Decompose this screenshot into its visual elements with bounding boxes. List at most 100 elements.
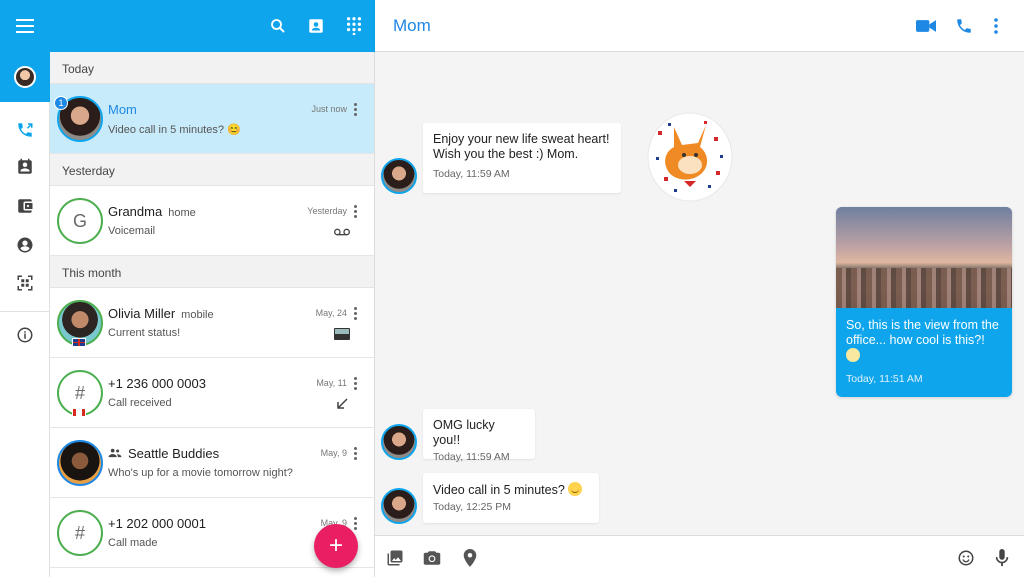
conversation-list: Today 1 Mom Video call in 5 minutes? 😊 J… <box>50 52 375 577</box>
contacts-icon <box>18 158 32 174</box>
chat-title: Mom <box>393 16 431 35</box>
dialpad-icon <box>346 17 362 35</box>
camera-button[interactable] <box>422 549 442 567</box>
menu-icon <box>16 19 34 33</box>
conversation-item-seattle-buddies[interactable]: Seattle Buddies Who's up for a movie tom… <box>50 428 374 498</box>
message-text: Video call in 5 minutes? <box>433 483 565 497</box>
message-time: Today, 12:25 PM <box>433 501 512 513</box>
timestamp: Yesterday <box>307 206 347 216</box>
contact-card-icon <box>309 19 323 33</box>
gallery-button[interactable] <box>385 549 405 567</box>
emoji-icon <box>958 550 974 566</box>
more-vert-icon <box>994 18 998 34</box>
message-preview: Call made <box>108 537 158 549</box>
wallet-icon <box>18 199 33 213</box>
location-button[interactable] <box>460 549 480 567</box>
more-options-icon[interactable] <box>354 447 358 461</box>
video-camera-icon <box>916 20 936 32</box>
qr-code-icon <box>17 275 33 291</box>
timestamp: May, 24 <box>315 308 347 318</box>
chat-more-button[interactable] <box>985 15 1007 37</box>
message-preview: Video call in 5 minutes? 😊 <box>108 124 241 136</box>
video-call-button[interactable] <box>915 15 937 37</box>
conversation-item-olivia-miller[interactable]: Olivia Miller mobile Current status! May,… <box>50 288 374 358</box>
gallery-icon <box>387 550 403 566</box>
incoming-message: OMG lucky you!! Today, 11:59 AM <box>423 409 535 463</box>
avatar: G <box>57 198 103 244</box>
timestamp: Just now <box>311 104 347 114</box>
user-avatar <box>14 66 36 88</box>
chat-header: Mom <box>375 0 1024 52</box>
contact-name: +1 202 000 0001 <box>108 516 206 531</box>
timestamp: May, 9 <box>320 448 347 458</box>
group-icon <box>108 448 122 458</box>
rail-divider <box>0 311 50 312</box>
uk-flag-icon <box>72 338 86 347</box>
more-options-icon[interactable] <box>354 205 358 219</box>
conversation-item-number-0003[interactable]: # +1 236 000 0003 Call received May, 11 <box>50 358 374 428</box>
info-icon <box>17 327 33 343</box>
qr-code-button[interactable] <box>12 270 38 296</box>
message-preview: Who's up for a movie tomorrow night? <box>108 467 293 479</box>
message-preview: Voicemail <box>108 225 156 237</box>
message-time: Today, 11:51 AM <box>846 373 923 385</box>
phone-icon <box>957 19 971 33</box>
conversation-item-mom[interactable]: 1 Mom Video call in 5 minutes? 😊 Just no… <box>50 84 374 154</box>
wallet-button[interactable] <box>12 193 38 219</box>
smiley-emoji-icon <box>846 348 860 362</box>
account-button[interactable] <box>12 232 38 258</box>
emoji-button[interactable] <box>956 549 976 567</box>
voice-call-button[interactable] <box>953 15 975 37</box>
contact-name: Olivia Miller <box>108 306 176 321</box>
call-log-icon <box>18 123 33 137</box>
contacts-button[interactable] <box>12 154 38 180</box>
account-icon <box>17 237 33 253</box>
unread-badge: 1 <box>54 96 68 110</box>
outgoing-message: So, this is the view from the office... … <box>836 207 1012 397</box>
contact-name: +1 236 000 0003 <box>108 376 206 391</box>
number-type: mobile <box>181 309 214 321</box>
section-today: Today <box>50 52 374 84</box>
sticker-fox-image <box>647 112 733 202</box>
incoming-message: Video call in 5 minutes? Today, 12:25 PM <box>423 473 599 523</box>
more-options-icon[interactable] <box>354 307 358 321</box>
message-preview: Call received <box>108 397 172 409</box>
list-header <box>50 0 375 52</box>
avatar <box>57 440 103 486</box>
message-composer <box>375 535 1024 577</box>
sender-avatar <box>381 158 417 194</box>
voicemail-icon <box>334 225 350 239</box>
mic-icon <box>995 549 1009 567</box>
location-icon <box>463 549 477 567</box>
message-text: So, this is the view from the office... … <box>846 318 999 347</box>
menu-button[interactable] <box>0 0 50 52</box>
contact-name: Grandma <box>108 204 163 219</box>
image-thumbnail-icon <box>334 327 350 341</box>
contact-name: Mom <box>108 102 137 117</box>
avatar: # <box>57 510 103 556</box>
conversation-item-grandma[interactable]: G Grandma home Voicemail Yesterday <box>50 186 374 256</box>
section-yesterday: Yesterday <box>50 154 374 186</box>
smiling-face-emoji-icon <box>568 482 583 496</box>
call-log-button[interactable] <box>12 117 38 143</box>
microphone-button[interactable] <box>992 549 1012 567</box>
contact-card-button[interactable] <box>304 14 328 38</box>
message-text: OMG lucky you!! <box>433 418 495 447</box>
contact-name: Seattle Buddies <box>128 446 220 461</box>
more-options-icon[interactable] <box>354 377 358 391</box>
info-button[interactable] <box>12 322 38 348</box>
dialpad-button[interactable] <box>342 14 366 38</box>
search-button[interactable] <box>266 14 290 38</box>
canada-flag-icon <box>72 408 86 417</box>
more-options-icon[interactable] <box>354 517 358 531</box>
message-preview: Current status! <box>108 327 181 339</box>
section-this-month: This month <box>50 256 374 288</box>
new-conversation-button[interactable]: + <box>314 524 358 568</box>
profile-button[interactable] <box>0 52 50 102</box>
call-received-icon <box>334 397 350 411</box>
number-type: home <box>168 207 196 219</box>
sender-avatar <box>381 488 417 524</box>
message-time: Today, 11:59 AM <box>433 168 510 180</box>
city-view-photo[interactable] <box>836 207 1012 308</box>
more-options-icon[interactable] <box>354 103 358 117</box>
